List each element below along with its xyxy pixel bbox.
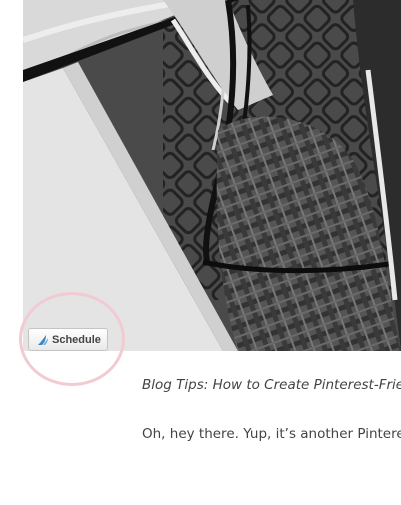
- schedule-button[interactable]: Schedule: [28, 328, 108, 351]
- post-body-text: Oh, hey there. Yup, it’s another Pintere…: [142, 426, 401, 442]
- post-caption: Blog Tips: How to Create Pinterest-Frien…: [142, 377, 401, 393]
- schedule-button-label: Schedule: [52, 333, 101, 346]
- buffer-icon: [37, 334, 49, 346]
- blog-post-photo[interactable]: [23, 0, 401, 351]
- page: Schedule Blog Tips: How to Create Pinter…: [0, 0, 401, 505]
- photo-artwork: [23, 0, 401, 351]
